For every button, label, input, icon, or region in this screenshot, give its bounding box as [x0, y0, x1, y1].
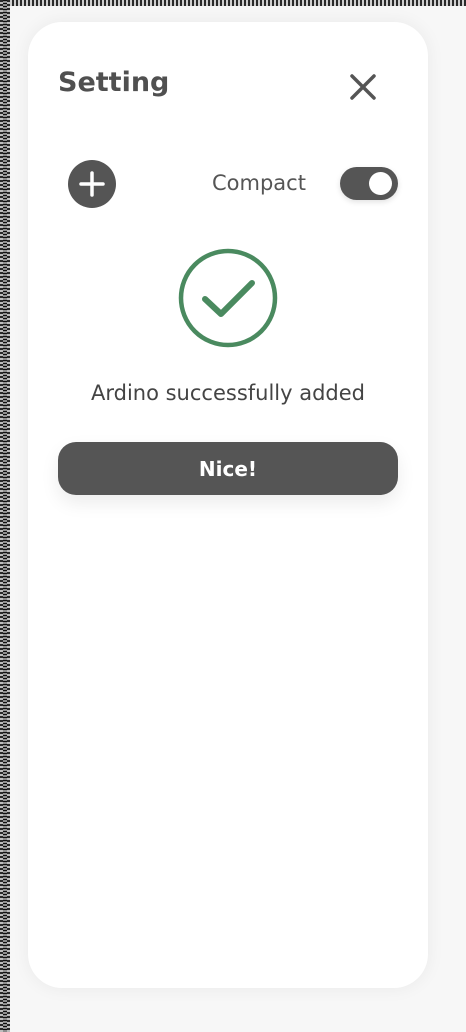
compact-toggle[interactable] [340, 167, 398, 200]
left-border-pattern [0, 0, 10, 1032]
success-indicator [177, 247, 279, 349]
add-button[interactable] [68, 160, 116, 208]
plus-icon [79, 171, 105, 197]
compact-label: Compact [212, 171, 306, 195]
check-circle-icon [178, 248, 278, 348]
panel-title: Setting [58, 67, 170, 98]
toggle-knob [369, 172, 392, 195]
top-border-pattern [0, 0, 466, 6]
close-button[interactable] [346, 70, 380, 104]
nice-button[interactable]: Nice! [58, 442, 398, 495]
settings-panel: Setting Compact Ardino successfully adde… [28, 22, 428, 988]
screen: Setting Compact Ardino successfully adde… [0, 0, 466, 1032]
close-icon [350, 74, 376, 100]
success-message: Ardino successfully added [90, 381, 366, 405]
